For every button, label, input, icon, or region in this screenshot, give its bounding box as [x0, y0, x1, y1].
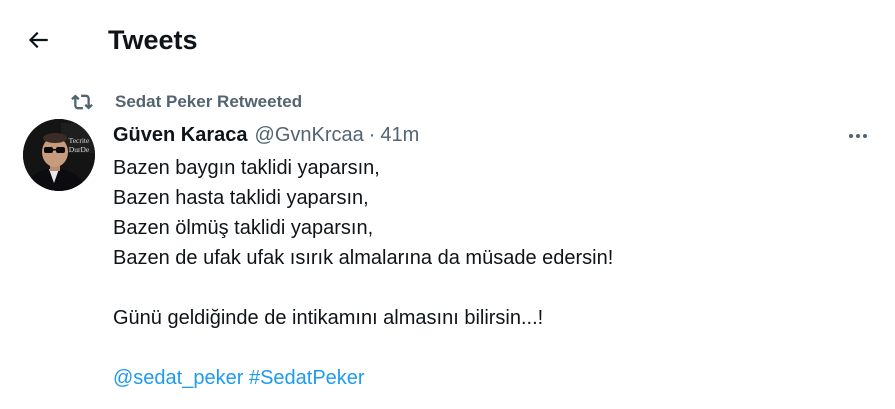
arrow-left-icon [28, 31, 48, 49]
avatar-image: Tecrite DurDe [23, 119, 95, 191]
author-display-name[interactable]: Güven Karaca [113, 124, 248, 147]
tweet-text-line: Bazen hasta taklidi yaparsın, [113, 187, 369, 209]
retweet-label: Sedat Peker Retweeted [115, 92, 303, 111]
tweet-header: Güven Karaca @GvnKrcaa · 41m [113, 121, 419, 149]
avatar-overlay-line1: Tecrite [69, 136, 90, 145]
author-handle[interactable]: @GvnKrcaa [255, 124, 364, 147]
separator-dot: · [368, 123, 376, 146]
tweet-text-line: Bazen de ufak ufak ısırık almalarına da … [113, 247, 614, 269]
retweet-icon [70, 91, 98, 113]
tweet-text-line: Bazen baygın taklidi yaparsın, [113, 157, 380, 179]
page-title: Tweets [108, 25, 198, 55]
hashtag-link[interactable]: #SedatPeker [249, 367, 365, 389]
mention-link[interactable]: @sedat_peker [113, 367, 243, 389]
more-horizontal-icon [849, 134, 867, 138]
tweet-links-line: @sedat_peker #SedatPeker [113, 363, 873, 393]
tweet-text-line: Bazen ölmüş taklidi yaparsın, [113, 217, 374, 239]
avatar[interactable]: Tecrite DurDe [23, 119, 95, 191]
back-button[interactable] [20, 22, 56, 58]
more-options-button[interactable] [842, 124, 874, 148]
retweet-banner[interactable]: Sedat Peker Retweeted [70, 90, 302, 114]
tweet-text: Bazen baygın taklidi yaparsın, Bazen has… [113, 153, 873, 393]
tweet-timestamp[interactable]: 41m [380, 124, 419, 147]
avatar-overlay-line2: DurDe [69, 145, 90, 154]
tweet-text-line: Günü geldiğinde de intikamını almasını b… [113, 307, 544, 329]
page-header: Tweets [0, 0, 895, 78]
